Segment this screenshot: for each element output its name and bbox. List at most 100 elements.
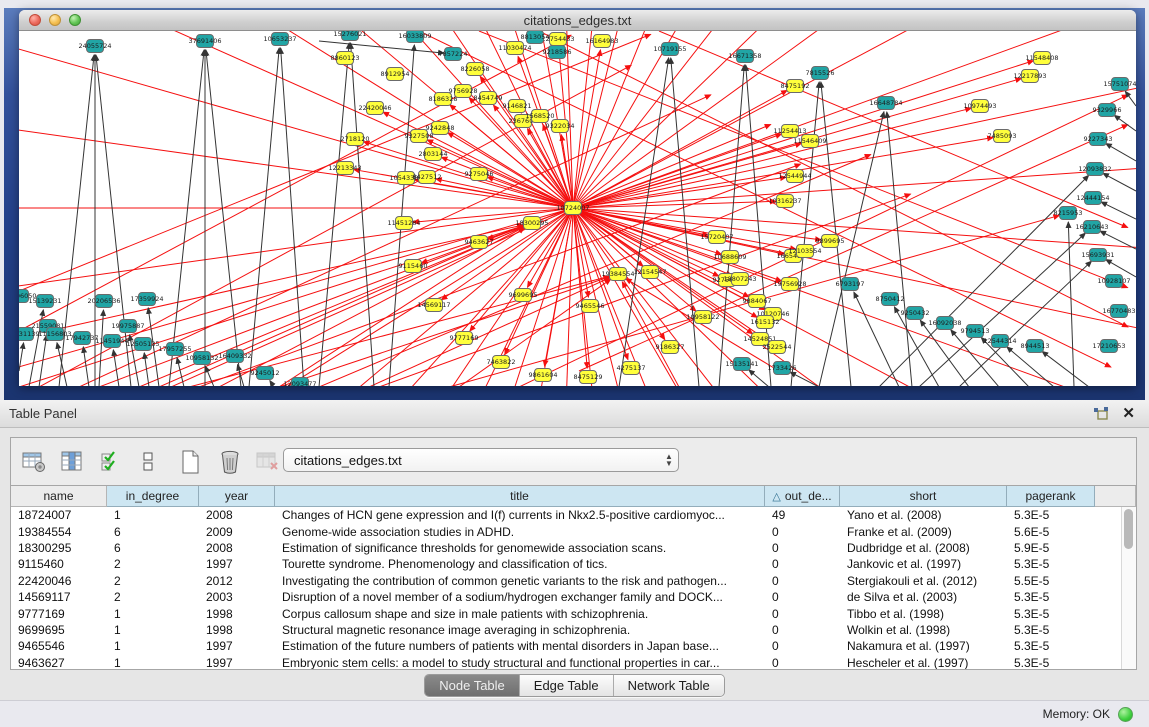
graph-node[interactable]: 12444154 — [1076, 192, 1109, 205]
float-panel-icon[interactable] — [1092, 406, 1110, 422]
table-row[interactable]: 969969511998Structural magnetic resonanc… — [11, 622, 1122, 638]
cell-pagerank[interactable]: 5.3E-5 — [1007, 623, 1095, 637]
graph-node[interactable]: 17210653 — [1092, 340, 1125, 353]
column-header-out_de[interactable]: △out_de... — [765, 486, 840, 507]
graph-node[interactable]: 11451944 — [95, 335, 128, 348]
graph-node[interactable]: 8750412 — [876, 293, 905, 306]
graph-node[interactable]: 8475129 — [574, 371, 603, 384]
graph-node[interactable]: 8475192 — [781, 80, 810, 93]
graph-node[interactable]: 9329966 — [1093, 104, 1122, 117]
cell-title[interactable]: Changes of HCN gene expression and I(f) … — [275, 508, 765, 522]
tab-node-table[interactable]: Node Table — [425, 675, 519, 696]
cell-pagerank[interactable]: 5.3E-5 — [1007, 590, 1095, 604]
cell-title[interactable]: Disruption of a novel member of a sodium… — [275, 590, 765, 604]
cell-pagerank[interactable]: 5.3E-5 — [1007, 607, 1095, 621]
graph-node[interactable]: 9931139 — [19, 328, 39, 341]
cell-short[interactable]: Hescheler et al. (1997) — [840, 656, 1007, 669]
cell-name[interactable]: 9115460 — [11, 557, 107, 571]
cell-in_degree[interactable]: 1 — [107, 656, 199, 669]
graph-node[interactable]: 9227343 — [1084, 133, 1113, 146]
show-columns-button[interactable] — [57, 447, 87, 477]
cell-title[interactable]: Investigating the contribution of common… — [275, 574, 765, 588]
cell-name[interactable]: 9777169 — [11, 607, 107, 621]
graph-node[interactable]: 10316237 — [768, 195, 801, 208]
cell-in_degree[interactable]: 1 — [107, 623, 199, 637]
memory-status-indicator[interactable] — [1118, 707, 1133, 722]
cell-short[interactable]: de Silva et al. (2003) — [840, 590, 1007, 604]
graph-node[interactable]: 9245012 — [251, 367, 280, 380]
graph-node[interactable]: 8912954 — [381, 68, 410, 81]
cell-short[interactable]: Wolkin et al. (1998) — [840, 623, 1007, 637]
graph-node[interactable]: 8215953 — [1054, 207, 1083, 220]
graph-node[interactable]: 12154547 — [633, 266, 666, 279]
cell-out_de[interactable]: 0 — [765, 590, 840, 604]
cell-out_de[interactable]: 0 — [765, 639, 840, 653]
table-row[interactable]: 977716911998Corpus callosum shape and si… — [11, 605, 1122, 621]
table-mode-button[interactable] — [19, 447, 49, 477]
graph-node[interactable]: 7857224 — [439, 48, 468, 61]
cell-short[interactable]: Nakamura et al. (1997) — [840, 639, 1007, 653]
cell-title[interactable]: Embryonic stem cells: a model to study s… — [275, 656, 765, 669]
cell-pagerank[interactable]: 5.3E-5 — [1007, 557, 1095, 571]
graph-node[interactable]: 12093477 — [283, 378, 316, 387]
cell-pagerank[interactable]: 5.5E-5 — [1007, 574, 1095, 588]
cell-year[interactable]: 2008 — [199, 541, 275, 555]
graph-node[interactable]: 17942737 — [65, 332, 98, 345]
column-header-name[interactable]: name — [11, 486, 107, 507]
cell-in_degree[interactable]: 6 — [107, 541, 199, 555]
network-canvas[interactable]: 1872400716164983127544331103047482260588… — [19, 31, 1136, 386]
column-header-in_degree[interactable]: in_degree — [107, 486, 199, 507]
cell-name[interactable]: 14569117 — [11, 590, 107, 604]
graph-node[interactable]: 7485093 — [988, 130, 1017, 143]
graph-node[interactable]: 11548408 — [1025, 52, 1058, 65]
graph-node[interactable]: 9699695 — [509, 289, 538, 302]
graph-node[interactable]: 1615132 — [751, 316, 780, 329]
delete-column-button[interactable] — [215, 447, 245, 477]
cell-short[interactable]: Jankovic et al. (1997) — [840, 557, 1007, 571]
cell-name[interactable]: 19384554 — [11, 525, 107, 539]
graph-node[interactable]: 37691406 — [188, 35, 221, 48]
cell-short[interactable]: Stergiakouli et al. (2012) — [840, 574, 1007, 588]
graph-node[interactable]: 9218586 — [543, 46, 572, 59]
cell-out_de[interactable]: 0 — [765, 557, 840, 571]
table-row[interactable]: 1938455462009Genome-wide association stu… — [11, 523, 1122, 539]
cell-out_de[interactable]: 0 — [765, 525, 840, 539]
cell-name[interactable]: 18724007 — [11, 508, 107, 522]
graph-node[interactable]: 16092038 — [928, 317, 961, 330]
table-row[interactable]: 1872400712008Changes of HCN gene express… — [11, 507, 1122, 523]
cell-title[interactable]: Corpus callosum shape and size in male p… — [275, 607, 765, 621]
cell-pagerank[interactable]: 5.6E-5 — [1007, 525, 1095, 539]
graph-node[interactable]: 19975887 — [111, 320, 144, 333]
graph-node[interactable]: 16033809 — [398, 31, 431, 43]
close-panel-icon[interactable]: ✕ — [1122, 406, 1135, 422]
graph-node[interactable]: 16648784 — [869, 97, 902, 110]
cell-in_degree[interactable]: 1 — [107, 639, 199, 653]
close-window-button[interactable] — [29, 14, 41, 26]
table-row[interactable]: 911546021997Tourette syndrome. Phenomeno… — [11, 556, 1122, 572]
cell-year[interactable]: 2012 — [199, 574, 275, 588]
graph-node[interactable]: 9465546 — [576, 300, 605, 313]
select-columns-button[interactable] — [96, 447, 126, 477]
cell-out_de[interactable]: 0 — [765, 541, 840, 555]
cell-name[interactable]: 22420046 — [11, 574, 107, 588]
table-row[interactable]: 1456911722003Disruption of a novel membe… — [11, 589, 1122, 605]
cell-year[interactable]: 2009 — [199, 525, 275, 539]
cell-in_degree[interactable]: 1 — [107, 508, 199, 522]
graph-node[interactable]: 8226058 — [461, 63, 490, 76]
graph-node[interactable]: 8860123 — [331, 52, 360, 65]
cell-name[interactable]: 9463627 — [11, 656, 107, 669]
graph-node[interactable]: 6793197 — [836, 278, 865, 291]
graph-node[interactable]: 11030474 — [498, 42, 531, 55]
graph-node[interactable]: 7463822 — [487, 356, 516, 369]
cell-name[interactable]: 9465546 — [11, 639, 107, 653]
column-header-pagerank[interactable]: pagerank — [1007, 486, 1095, 507]
cell-pagerank[interactable]: 5.9E-5 — [1007, 541, 1095, 555]
row-height-button[interactable] — [133, 447, 163, 477]
table-row[interactable]: 946362711997Embryonic stem cells: a mode… — [11, 655, 1122, 669]
graph-node[interactable]: 11451284 — [387, 217, 420, 230]
cell-short[interactable]: Yano et al. (2008) — [840, 508, 1007, 522]
cell-title[interactable]: Estimation of significance thresholds fo… — [275, 541, 765, 555]
graph-node[interactable]: 22420046 — [358, 102, 391, 115]
graph-node[interactable]: 12217893 — [1013, 70, 1046, 83]
cell-in_degree[interactable]: 6 — [107, 525, 199, 539]
